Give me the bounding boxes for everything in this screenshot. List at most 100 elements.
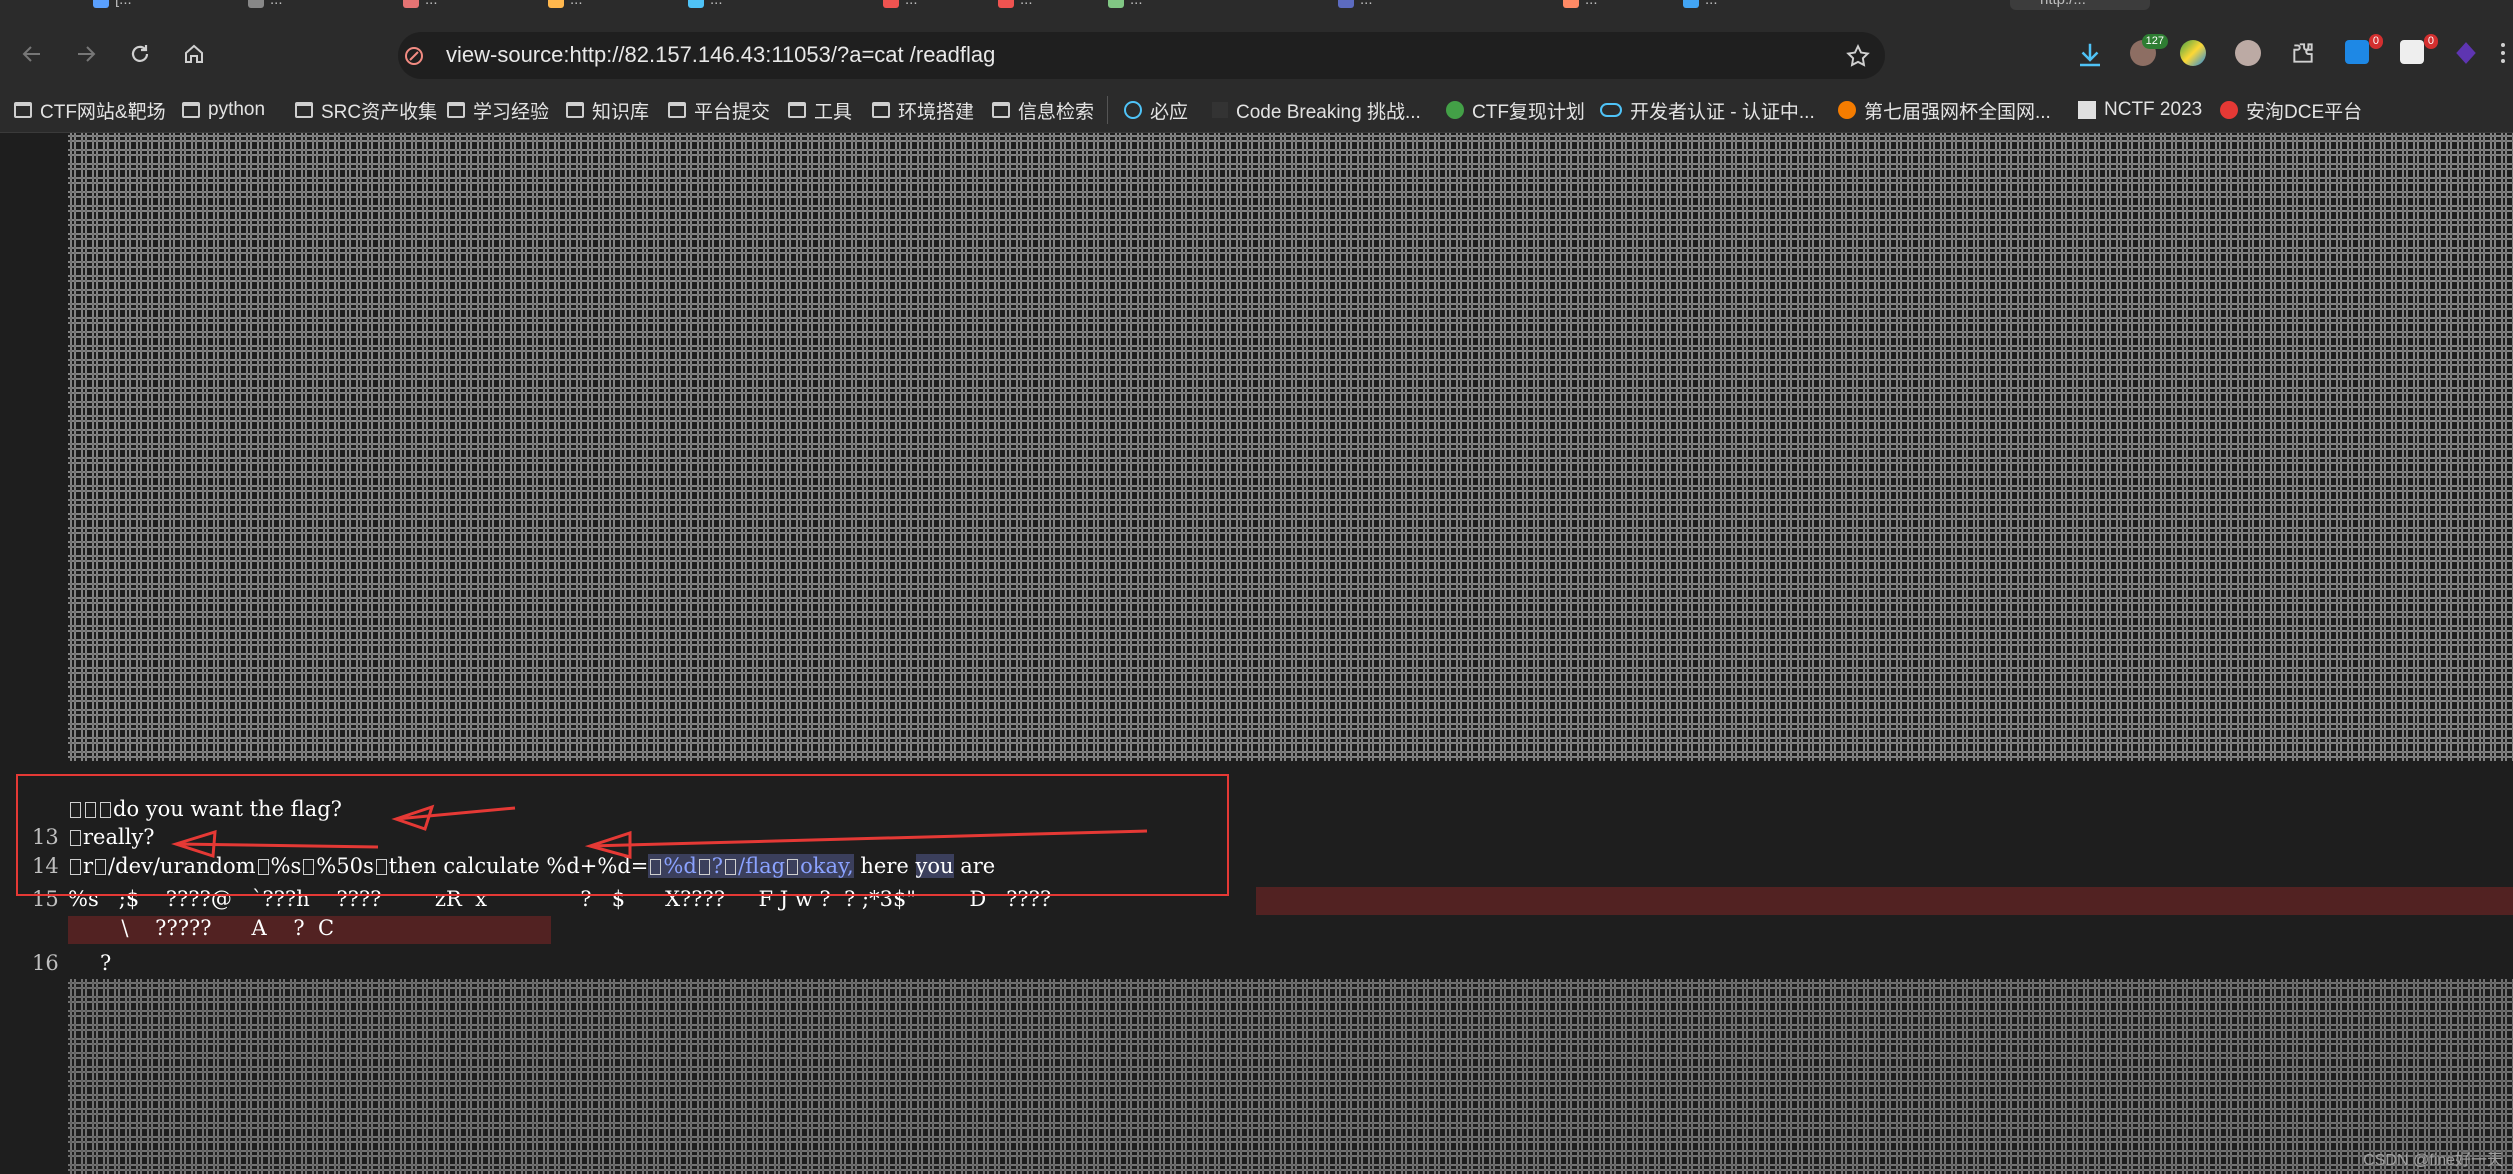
- address-bar[interactable]: view-source:http://82.157.146.43:11053/?…: [398, 32, 1885, 79]
- bookmark-label: python: [208, 99, 266, 120]
- browser-menu-button[interactable]: [2498, 40, 2513, 70]
- folder-icon: [447, 102, 465, 118]
- tab[interactable]: ...: [1675, 0, 1835, 10]
- extension-badge: 127: [2141, 34, 2168, 49]
- extension-button[interactable]: 0: [2400, 34, 2438, 70]
- owl-extension-icon: [2235, 40, 2261, 66]
- bookmark-star-icon[interactable]: [1845, 43, 1871, 69]
- annotation-arrows: [171, 804, 1148, 859]
- reload-button[interactable]: [120, 34, 160, 74]
- bookmark-label: 学习经验: [473, 101, 550, 123]
- tab[interactable]: ...: [540, 0, 700, 10]
- tab-favicon: [998, 0, 1014, 8]
- tab[interactable]: ...: [1100, 0, 1260, 10]
- folder-icon: [566, 102, 584, 118]
- bookmark-link[interactable]: Code Breaking 挑战...: [1212, 96, 1421, 124]
- extension-button[interactable]: [2235, 40, 2265, 70]
- bookmark-label: SRC资产收集: [321, 101, 438, 123]
- bookmarks-bar: CTF网站&靶场 python SRC资产收集 学习经验 知识库 平台提交 工具…: [0, 88, 2513, 133]
- extensions-menu-button[interactable]: [2290, 40, 2320, 70]
- bookmark-folder[interactable]: 信息检索: [992, 96, 1094, 124]
- bookmark-link[interactable]: 安洵DCE平台: [2220, 96, 2362, 124]
- address-bar-url: view-source:http://82.157.146.43:11053/?…: [446, 42, 996, 67]
- tab-favicon: [1683, 0, 1699, 8]
- tab-strip: [... ... ... ... ... ... ... ... ... ...…: [0, 0, 2513, 10]
- bookmark-folder[interactable]: 学习经验: [447, 96, 549, 124]
- extension-badge: 0: [2423, 34, 2438, 49]
- bookmark-link[interactable]: 第七届强网杯全国网...: [1838, 96, 2051, 124]
- tab-favicon: [93, 0, 109, 8]
- globe-extension-icon: [2180, 40, 2206, 66]
- back-button[interactable]: [12, 34, 52, 74]
- binary-garbage-block: [68, 979, 2513, 1174]
- browser-toolbar: view-source:http://82.157.146.43:11053/?…: [0, 10, 2513, 88]
- note-extension-icon: [2400, 40, 2424, 64]
- tab-title: ...: [905, 0, 918, 8]
- bookmark-label: 第七届强网杯全国网...: [1864, 101, 2051, 123]
- tab-favicon: [248, 0, 264, 8]
- tab-title: [...: [115, 0, 132, 8]
- extension-badge: 0: [2368, 34, 2383, 49]
- bookmark-label: CTF网站&靶场: [40, 101, 166, 123]
- tab-favicon: [688, 0, 704, 8]
- site-icon: [2078, 101, 2096, 119]
- extension-button[interactable]: [2180, 40, 2210, 70]
- shield-extension-icon: [2345, 40, 2369, 64]
- tab-title: ...: [570, 0, 583, 8]
- forward-button[interactable]: [66, 34, 106, 74]
- tab-title: ...: [270, 0, 283, 8]
- tab-favicon: [403, 0, 419, 8]
- tab[interactable]: ...: [680, 0, 840, 10]
- bookmark-link[interactable]: 必应: [1124, 96, 1188, 124]
- line-16-text: ?: [100, 951, 112, 975]
- bookmark-folder[interactable]: python: [182, 96, 265, 124]
- extension-button[interactable]: [2453, 40, 2483, 70]
- bookmarks-separator: [1107, 96, 1108, 124]
- tab-title: ...: [1130, 0, 1143, 8]
- folder-icon: [872, 102, 890, 118]
- bookmark-folder[interactable]: 工具: [788, 96, 852, 124]
- bookmark-label: NCTF 2023: [2104, 99, 2203, 120]
- folder-icon: [668, 102, 686, 118]
- site-icon: [2220, 101, 2238, 119]
- more-vertical-icon: [2501, 43, 2505, 63]
- source-line-16: ?: [100, 951, 111, 975]
- bookmark-folder[interactable]: 知识库: [566, 96, 649, 124]
- extension-button[interactable]: 0: [2345, 34, 2383, 70]
- reload-icon: [131, 45, 149, 62]
- folder-icon: [14, 102, 32, 118]
- tab-favicon: [1338, 0, 1354, 8]
- tab-title: ...: [1705, 0, 1718, 8]
- bookmark-label: 知识库: [592, 101, 650, 123]
- bookmark-label: Code Breaking 挑战...: [1236, 101, 1421, 123]
- tab[interactable]: ...: [395, 0, 555, 10]
- folder-icon: [295, 102, 313, 118]
- bookmark-link[interactable]: CTF复现计划: [1446, 96, 1585, 124]
- home-icon: [185, 44, 203, 63]
- search-icon: [1124, 101, 1142, 119]
- bookmark-link[interactable]: 开发者认证 - 认证中...: [1600, 96, 1815, 124]
- diamond-extension-icon: [2456, 42, 2476, 64]
- tab[interactable]: ...: [240, 0, 400, 10]
- bookmark-label: 信息检索: [1018, 101, 1095, 123]
- bookmark-label: 平台提交: [694, 101, 771, 123]
- bookmark-folder[interactable]: 平台提交: [668, 96, 770, 124]
- view-source-content: do you want the flag? 13 really? 14 r/de…: [0, 133, 2513, 1174]
- tab-favicon: [1563, 0, 1579, 8]
- tab[interactable]: ...: [1330, 0, 1490, 10]
- line-number: 16: [32, 951, 59, 975]
- home-button[interactable]: [174, 34, 214, 74]
- downloads-button[interactable]: [2075, 40, 2105, 70]
- arrow-right-icon: [78, 46, 96, 62]
- extension-button[interactable]: 127: [2130, 34, 2168, 70]
- bookmark-link[interactable]: NCTF 2023: [2078, 96, 2202, 124]
- tab-active[interactable]: http:/...: [2010, 0, 2150, 10]
- bookmark-folder[interactable]: 环境搭建: [872, 96, 974, 124]
- arrow-left-icon: [22, 46, 40, 62]
- bookmark-folder[interactable]: CTF网站&靶场: [14, 96, 166, 124]
- folder-icon: [992, 102, 1010, 118]
- bookmark-label: 安洵DCE平台: [2246, 101, 2363, 123]
- tab-title: ...: [425, 0, 438, 8]
- bookmark-folder[interactable]: SRC资产收集: [295, 96, 437, 124]
- tab[interactable]: [...: [85, 0, 245, 10]
